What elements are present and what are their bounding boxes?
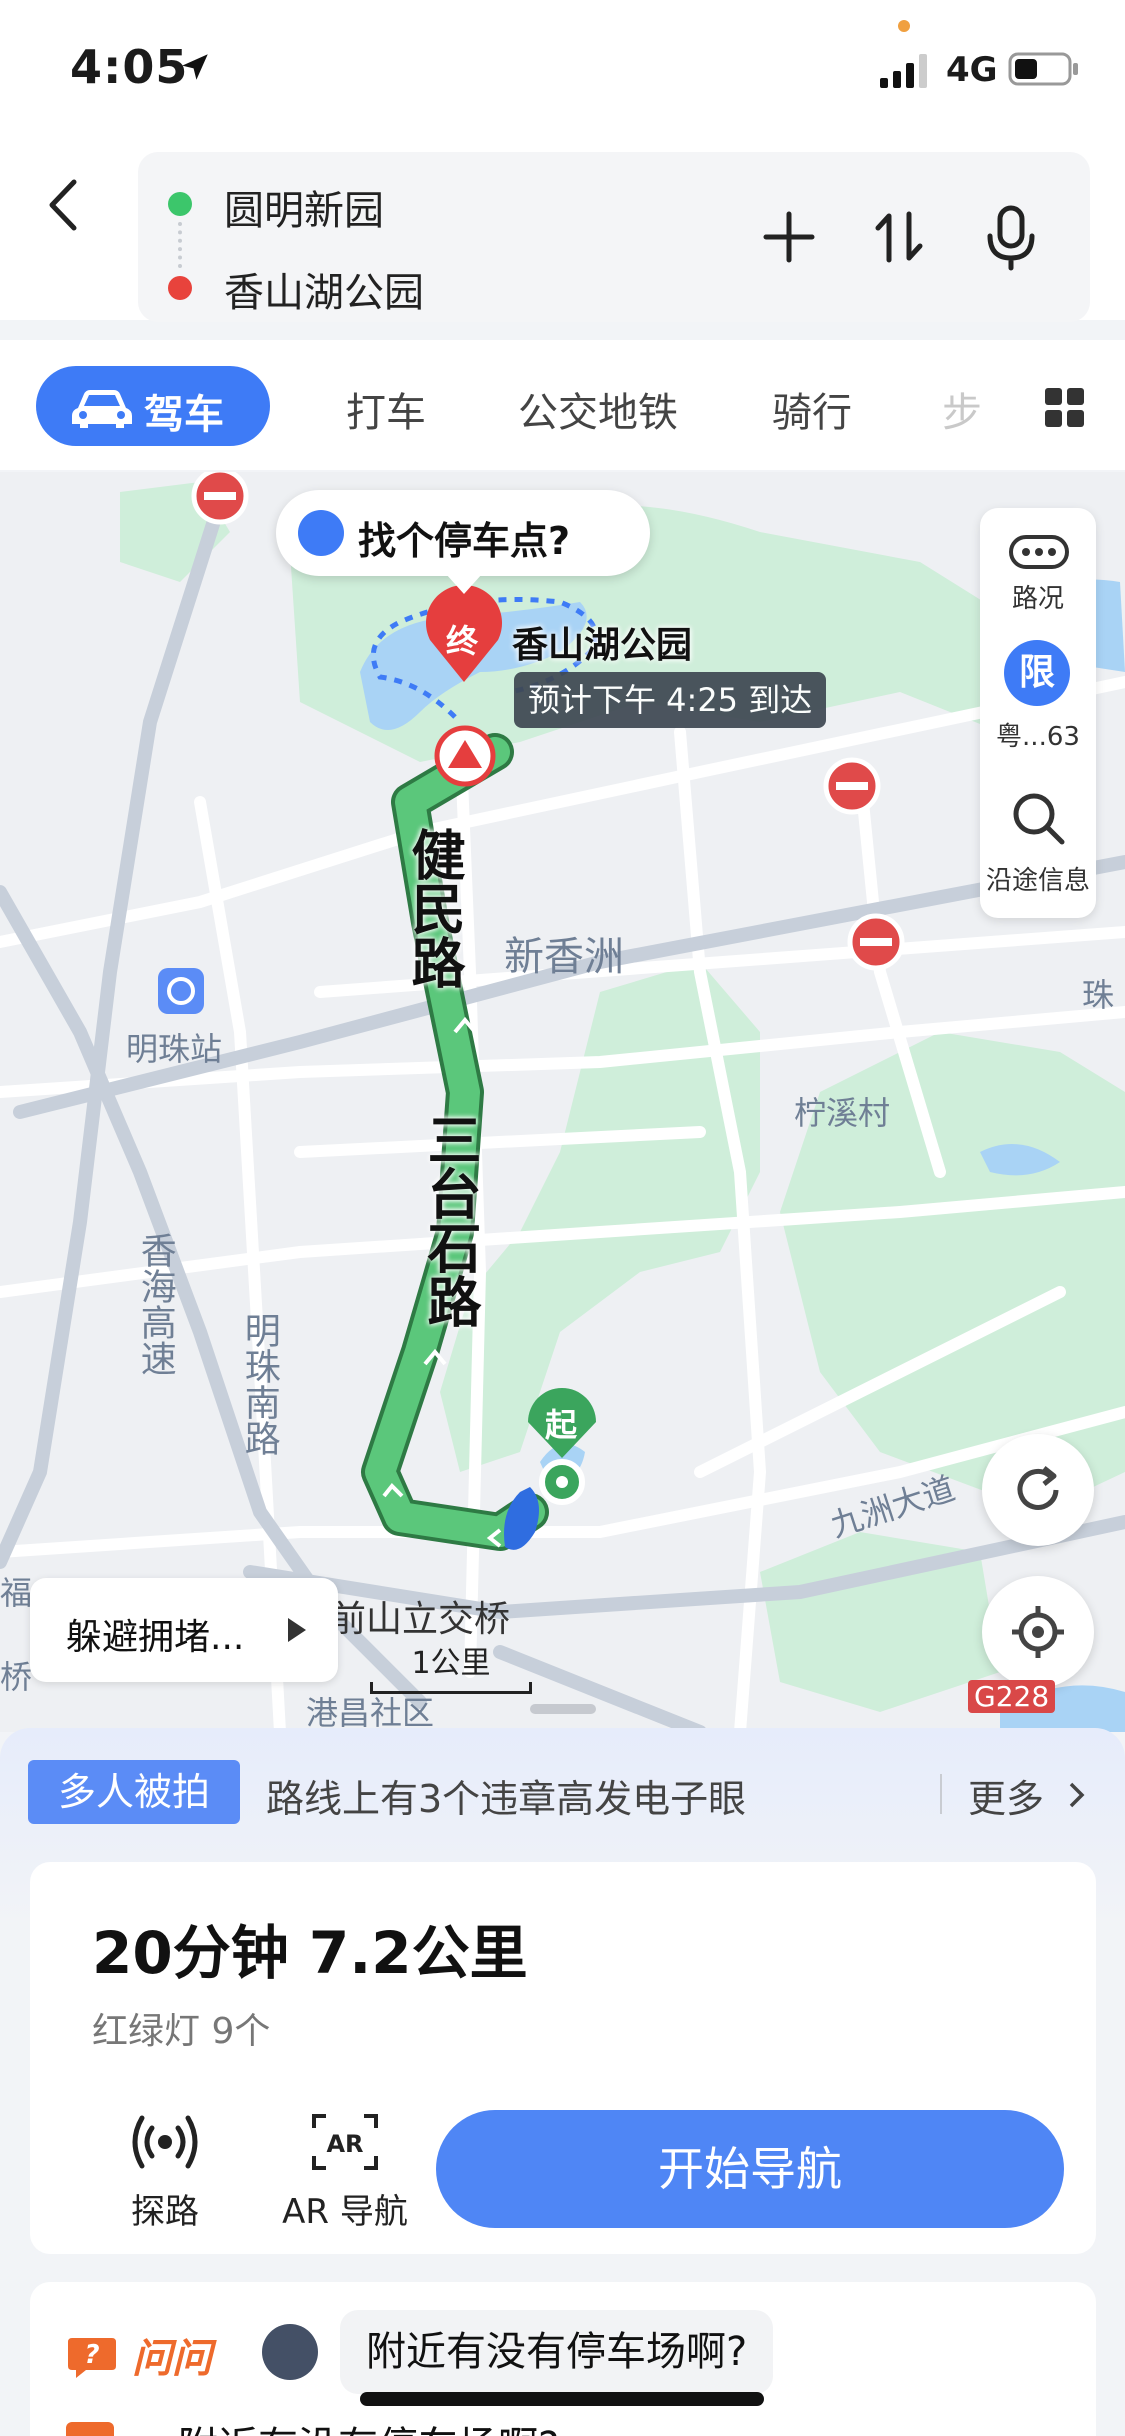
map-side-panel: 路况 限 粤...63 沿途信息	[980, 508, 1096, 918]
place-zhu: 珠	[1082, 976, 1115, 1014]
route-input-box: 圆明新园 香山湖公园	[138, 152, 1090, 322]
ask-logo: ? 问问	[66, 2326, 212, 2384]
sheet-handle[interactable]	[530, 1704, 596, 1714]
tab-transit[interactable]: 公交地铁	[518, 380, 678, 438]
battery-icon	[1008, 52, 1078, 86]
back-arrow-icon[interactable]	[40, 170, 90, 240]
explore-label: 探路	[131, 2192, 199, 2232]
ask-question-bubble[interactable]: 附近有没有停车场啊?	[340, 2310, 774, 2394]
place-fu: 福	[0, 1574, 33, 1612]
home-indicator[interactable]	[360, 2392, 764, 2406]
route-header: 圆明新园 香山湖公园	[0, 140, 1125, 322]
start-navigation-button[interactable]: 开始导航	[436, 2110, 1064, 2228]
place-mingzhu-station: 明珠站	[126, 1030, 223, 1068]
microphone-icon[interactable]	[976, 202, 1046, 272]
start-location-field[interactable]: 圆明新园	[224, 178, 384, 236]
tab-walk[interactable]: 步	[942, 380, 982, 438]
end-location-field[interactable]: 香山湖公园	[224, 260, 424, 318]
traffic-lights-count: 红绿灯 9个	[92, 2011, 271, 2052]
eta-tag: 预计下午 4:25 到达	[514, 672, 827, 728]
find-parking-bubble[interactable]: 找个停车点?	[276, 490, 650, 594]
car-icon	[72, 390, 132, 428]
play-arrow-icon	[288, 1618, 306, 1642]
road-label-xianghai: 香海高速	[134, 1232, 176, 1376]
restriction-icon[interactable]: 限	[1004, 640, 1070, 706]
start-marker-label: 起	[545, 1406, 578, 1444]
find-parking-label: 找个停车点?	[358, 519, 571, 563]
privacy-indicator	[898, 20, 910, 32]
tab-bike[interactable]: 骑行	[772, 380, 852, 438]
highway-tag: G228	[968, 1680, 1056, 1713]
svg-text:?: ?	[84, 2340, 99, 2370]
add-waypoint-icon[interactable]	[754, 202, 824, 272]
road-label-santaishi: 三台石路	[418, 1112, 481, 1328]
location-arrow-icon	[182, 54, 208, 80]
road-label-jianmin: 健民路	[402, 827, 465, 989]
transport-mode-tabs: 驾车 打车 公交地铁 骑行 步	[0, 340, 1125, 470]
network-type: 4G	[946, 50, 998, 90]
ar-icon: AR	[312, 2114, 378, 2170]
avoid-congestion-text: 躲避拥堵...	[66, 1617, 245, 1658]
camera-alert-badge: 多人被拍	[28, 1760, 240, 1824]
destination-name: 香山湖公园	[512, 625, 693, 666]
next-question-icon	[66, 2422, 114, 2436]
radar-icon	[132, 2115, 198, 2169]
avatar	[262, 2324, 318, 2380]
map-view[interactable]: 终 起 找个停车点? 香山湖公园 预计下午 4:25 到达 健民路 三台石路 香…	[0, 472, 1125, 1732]
map-scale-bar	[370, 1682, 532, 1694]
explore-route-button[interactable]: 探路	[90, 2112, 240, 2233]
chevron-right-icon[interactable]	[1066, 1780, 1088, 1810]
start-dot-icon	[168, 192, 192, 216]
refresh-route-button[interactable]	[982, 1434, 1094, 1546]
route-sheet: 多人被拍 路线上有3个违章高发电子眼 更多 20分钟 7.2公里 红绿灯 9个 …	[0, 1704, 1125, 2436]
next-question-text[interactable]: 附近有没有停车场啊?	[178, 2414, 559, 2436]
restriction-plate[interactable]: 粤...63	[980, 716, 1096, 753]
status-time: 4:05	[70, 40, 189, 94]
place-xinxiangzhou: 新香洲	[504, 934, 624, 980]
map-scale-label: 1公里	[411, 1646, 491, 1681]
signal-icon	[880, 54, 927, 88]
ar-label: AR 导航	[282, 2192, 408, 2232]
status-bar: 4:05 4G	[0, 0, 1125, 140]
map-scale: 1公里	[370, 1638, 532, 1694]
more-modes-grid-icon[interactable]	[1045, 388, 1085, 428]
road-label-qianshan: 前山立交桥	[330, 1599, 511, 1640]
svg-text:AR: AR	[326, 2130, 363, 2158]
traffic-label[interactable]: 路况	[980, 578, 1096, 615]
camera-alert-text: 路线上有3个违章高发电子眼	[266, 1777, 747, 1821]
along-route-info[interactable]: 沿途信息	[980, 860, 1096, 897]
tab-drive[interactable]: 驾车	[36, 366, 270, 446]
place-ningxicun: 柠溪村	[794, 1094, 891, 1132]
parking-icon	[298, 510, 344, 556]
alert-more-link[interactable]: 更多	[968, 1768, 1044, 1823]
tab-taxi[interactable]: 打车	[346, 380, 426, 438]
locate-me-button[interactable]	[982, 1576, 1094, 1688]
place-gangchang: 港昌社区	[306, 1694, 435, 1732]
ask-logo-text: 问问	[131, 2336, 212, 2382]
search-icon[interactable]	[1008, 788, 1068, 848]
avoid-congestion-tip[interactable]: 躲避拥堵...	[30, 1578, 338, 1682]
traffic-icon[interactable]	[1008, 534, 1070, 570]
end-dot-icon	[168, 276, 192, 300]
end-marker-label: 终	[446, 622, 479, 660]
bubble-tail	[446, 574, 482, 594]
tab-drive-label: 驾车	[144, 392, 224, 438]
ask-assistant-card[interactable]: ? 问问 附近有没有停车场啊? 附近有没有停车场啊?	[30, 2282, 1096, 2436]
swap-route-icon[interactable]	[864, 202, 934, 272]
refresh-icon	[1017, 1466, 1059, 1510]
chat-question-icon: ?	[68, 2338, 116, 2378]
route-duration-distance: 20分钟 7.2公里	[92, 1919, 528, 1987]
route-summary-card[interactable]: 20分钟 7.2公里 红绿灯 9个 探路 AR AR 导航 开始导航	[30, 1862, 1096, 2254]
place-qiao: 桥	[0, 1658, 33, 1696]
alert-divider	[940, 1774, 942, 1814]
crosshair-icon	[1012, 1606, 1064, 1658]
route-connector	[178, 222, 182, 268]
ar-navigation-button[interactable]: AR AR 导航	[270, 2112, 420, 2233]
road-label-mingzhu-south: 明珠南路	[238, 1312, 280, 1456]
